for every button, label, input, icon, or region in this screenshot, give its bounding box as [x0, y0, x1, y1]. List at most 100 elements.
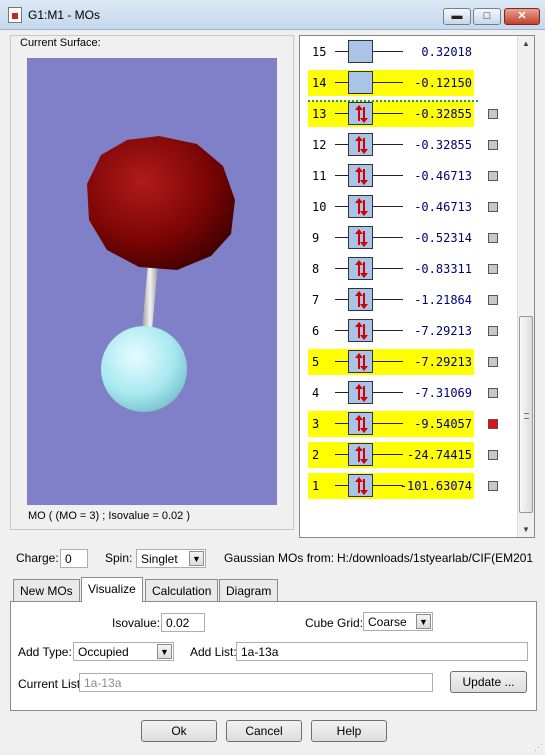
mo-energy: -7.31069 — [414, 386, 472, 400]
mo-select-checkbox[interactable] — [488, 326, 498, 336]
occupied-orbital-box — [348, 102, 373, 125]
source-path: H:/downloads/1styearlab/CIF(EM201 — [337, 551, 534, 565]
grip-icon — [524, 413, 529, 419]
mo-select-checkbox[interactable] — [488, 171, 498, 181]
mo-number: 6 — [312, 324, 320, 338]
scroll-up-icon[interactable]: ▲ — [522, 39, 530, 48]
spin-label: Spin: — [105, 551, 133, 565]
mo-number: 4 — [312, 386, 320, 400]
mo-select-checkbox[interactable] — [488, 388, 498, 398]
mo-row[interactable]: 7 -1.21864 — [308, 287, 474, 313]
maximize-button[interactable]: □ — [473, 8, 501, 25]
mo-energy: -101.63074 — [399, 479, 472, 493]
mo-number: 14 — [312, 76, 327, 90]
mo-select-checkbox[interactable] — [488, 481, 498, 491]
mo-number: 15 — [312, 45, 327, 59]
mo-energy: -0.32855 — [414, 138, 472, 152]
occupied-orbital-box — [348, 443, 373, 466]
tab-calculation[interactable]: Calculation — [145, 579, 219, 601]
mo-row[interactable]: 10 -0.46713 — [308, 194, 474, 220]
occupied-orbital-box — [348, 288, 373, 311]
homo-lumo-separator — [308, 100, 478, 102]
mo-energy: -9.54057 — [414, 417, 472, 431]
mo-row[interactable]: 5 -7.29213 — [308, 349, 474, 375]
help-button[interactable]: Help — [311, 720, 387, 742]
mo-row[interactable]: 8 -0.83311 — [308, 256, 474, 282]
mo-row[interactable]: 1 -101.63074 — [308, 473, 474, 499]
mo-energy: -7.29213 — [414, 324, 472, 338]
spin-down-arrow-icon — [360, 138, 368, 154]
scroll-thumb[interactable] — [519, 316, 533, 513]
mo-select-checkbox[interactable] — [488, 419, 498, 429]
mo-energy: -0.12150 — [414, 76, 472, 90]
add-type-select[interactable]: Occupied ▼ — [73, 642, 174, 661]
chevron-down-icon[interactable]: ▼ — [416, 614, 431, 629]
mo-energy: -0.52314 — [414, 231, 472, 245]
add-list-input[interactable]: 1a-13a — [236, 642, 528, 661]
occupied-orbital-box — [348, 319, 373, 342]
mo-row[interactable]: 12 -0.32855 — [308, 132, 474, 158]
mo-number: 7 — [312, 293, 320, 307]
tab-new-mos[interactable]: New MOs — [13, 579, 80, 601]
close-button[interactable]: ✕ — [504, 8, 540, 25]
mo-energy-list[interactable]: 15 0.32018 14 -0.12150 13 -0.32855 12 -0.32855 1… — [299, 35, 535, 538]
tab-diagram[interactable]: Diagram — [219, 579, 279, 601]
tab-visualize[interactable]: Visualize — [81, 577, 143, 602]
spin-down-arrow-icon — [360, 355, 368, 371]
mo-select-checkbox[interactable] — [488, 357, 498, 367]
spin-down-arrow-icon — [360, 231, 368, 247]
mo-number: 10 — [312, 200, 327, 214]
update-button[interactable]: Update ... — [450, 671, 527, 693]
mo-row[interactable]: 6 -7.29213 — [308, 318, 474, 344]
mo-row[interactable]: 14 -0.12150 — [308, 70, 474, 96]
mo-number: 13 — [312, 107, 327, 121]
mo-select-checkbox[interactable] — [488, 264, 498, 274]
mo-number: 8 — [312, 262, 320, 276]
charge-label: Charge: — [16, 551, 59, 565]
isovalue-label: Isovalue: — [112, 616, 161, 630]
mo-number: 2 — [312, 448, 320, 462]
molecule-viewport[interactable] — [27, 58, 277, 505]
mo-row[interactable]: 11 -0.46713 — [308, 163, 474, 189]
surface-label: Current Surface: — [20, 37, 101, 49]
mo-energy: -24.74415 — [406, 448, 472, 462]
minimize-button[interactable]: ▬ — [443, 8, 471, 25]
mo-energy: -0.32855 — [414, 107, 472, 121]
bond-stick — [142, 263, 158, 330]
molecule-render — [87, 136, 235, 412]
cube-grid-select[interactable]: Coarse ▼ — [363, 612, 433, 631]
mo-select-checkbox[interactable] — [488, 295, 498, 305]
mo-select-checkbox[interactable] — [488, 109, 498, 119]
chevron-down-icon[interactable]: ▼ — [157, 644, 172, 659]
app-icon — [8, 7, 22, 23]
mo-row[interactable]: 4 -7.31069 — [308, 380, 474, 406]
mo-select-checkbox[interactable] — [488, 450, 498, 460]
occupied-orbital-box — [348, 381, 373, 404]
mo-select-checkbox[interactable] — [488, 233, 498, 243]
occupied-orbital-box — [348, 474, 373, 497]
scroll-down-icon[interactable]: ▼ — [522, 525, 530, 534]
current-list-label: Current List: — [18, 677, 84, 691]
resize-grip-icon[interactable]: ⋰ — [534, 742, 543, 753]
charge-input[interactable]: 0 — [60, 549, 88, 568]
isovalue-input[interactable]: 0.02 — [161, 613, 205, 632]
spin-select[interactable]: Singlet ▼ — [136, 549, 206, 568]
current-list-input[interactable]: 1a-13a — [79, 673, 433, 692]
mo-row[interactable]: 13 -0.32855 — [308, 101, 474, 127]
cancel-button[interactable]: Cancel — [226, 720, 302, 742]
empty-orbital-box — [348, 71, 373, 94]
mo-energy: -0.83311 — [414, 262, 472, 276]
mo-row[interactable]: 2 -24.74415 — [308, 442, 474, 468]
ok-button[interactable]: Ok — [141, 720, 217, 742]
occupied-orbital-box — [348, 226, 373, 249]
mo-select-checkbox[interactable] — [488, 140, 498, 150]
mo-number: 1 — [312, 479, 320, 493]
mo-energy: -1.21864 — [414, 293, 472, 307]
mo-select-checkbox[interactable] — [488, 202, 498, 212]
mo-number: 5 — [312, 355, 320, 369]
mo-row[interactable]: 15 0.32018 — [308, 39, 474, 65]
mo-row[interactable]: 3 -9.54057 — [308, 411, 474, 437]
mo-list-scrollbar[interactable]: ▲ ▼ — [517, 36, 534, 537]
chevron-down-icon[interactable]: ▼ — [189, 551, 204, 566]
mo-row[interactable]: 9 -0.52314 — [308, 225, 474, 251]
